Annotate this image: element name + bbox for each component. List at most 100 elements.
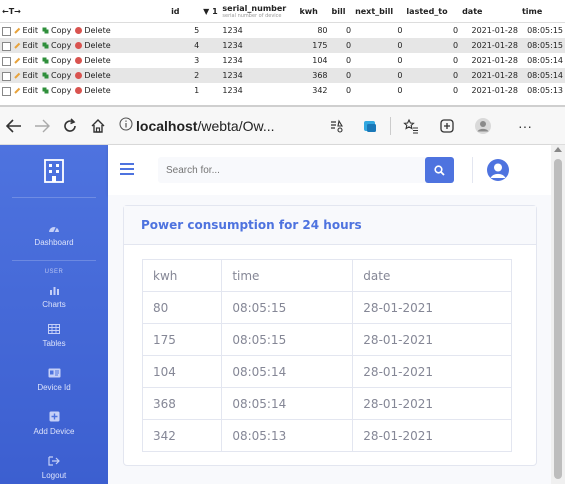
row-checkbox[interactable] — [2, 56, 11, 66]
cell-time[interactable]: 08:05:13 — [519, 83, 565, 98]
copy-button[interactable]: Copy — [42, 86, 71, 95]
table-row[interactable]: Edit Copy Delete 2 1234 368 0 0 0 2021-01-28 08:05… — [0, 68, 565, 83]
cell-next-bill[interactable]: 0 — [353, 38, 405, 53]
table-row[interactable]: Edit Copy Delete 5 1234 80 0 0 0 2021-01-28 08:05:… — [0, 22, 565, 38]
home-icon[interactable] — [84, 112, 112, 140]
cell-id[interactable]: 2 — [169, 68, 202, 83]
column-header-serial[interactable]: serial_number serial number of device — [220, 0, 298, 23]
cell-bill[interactable]: 0 — [329, 83, 354, 98]
copy-button[interactable]: Copy — [42, 41, 71, 50]
sidebar-item-tables[interactable]: Tables — [0, 313, 108, 357]
cell-bill[interactable]: 0 — [329, 68, 354, 83]
edit-button[interactable]: Edit — [13, 41, 38, 50]
cell-time[interactable]: 08:05:14 — [519, 68, 565, 83]
cell-date[interactable]: 2021-01-28 — [460, 68, 520, 83]
search-button[interactable] — [424, 157, 454, 183]
cell-kwh[interactable]: 104 — [297, 53, 330, 68]
edit-button[interactable]: Edit — [13, 26, 38, 35]
info-icon[interactable] — [116, 117, 136, 134]
cell-lasted-to[interactable]: 0 — [404, 83, 461, 98]
sidebar-item-logout[interactable]: Logout — [0, 445, 108, 489]
copy-button[interactable]: Copy — [42, 71, 71, 80]
sidebar-item-device-id[interactable]: Device Id — [0, 357, 108, 401]
edit-button[interactable]: Edit — [13, 71, 38, 80]
cell-date[interactable]: 2021-01-28 — [460, 83, 520, 98]
cell-date[interactable]: 2021-01-28 — [460, 38, 520, 53]
cell-date[interactable]: 2021-01-28 — [460, 22, 520, 38]
table-row[interactable]: Edit Copy Delete 1 1234 342 0 0 0 2021-01-28 08:05… — [0, 83, 565, 98]
scrollbar-thumb[interactable] — [554, 159, 562, 479]
url-text[interactable]: localhost/webta/Ow... — [136, 118, 275, 134]
column-header-date[interactable]: date — [460, 0, 520, 23]
reader-mode-icon[interactable] — [322, 112, 350, 140]
cell-kwh[interactable]: 368 — [297, 68, 330, 83]
cell-serial[interactable]: 1234 — [220, 22, 298, 38]
cell-kwh[interactable]: 80 — [297, 22, 330, 38]
sidebar-item-add-device[interactable]: Add Device — [0, 401, 108, 445]
column-header-bill[interactable]: bill — [329, 0, 354, 23]
copy-button[interactable]: Copy — [42, 26, 71, 35]
cell-kwh[interactable]: 175 — [297, 38, 330, 53]
cell-next-bill[interactable]: 0 — [353, 83, 405, 98]
cell-lasted-to[interactable]: 0 — [404, 68, 461, 83]
reload-icon[interactable] — [56, 112, 84, 140]
cell-lasted-to[interactable]: 0 — [404, 53, 461, 68]
table-row[interactable]: Edit Copy Delete 4 1234 175 0 0 0 2021-01-28 08:05… — [0, 38, 565, 53]
row-checkbox[interactable] — [2, 71, 11, 81]
delete-button[interactable]: Delete — [75, 71, 111, 80]
column-header-next-bill[interactable]: next_bill — [353, 0, 405, 23]
cell-serial[interactable]: 1234 — [220, 83, 298, 98]
edit-button[interactable]: Edit — [13, 86, 38, 95]
collections-icon[interactable] — [356, 112, 384, 140]
cell-lasted-to[interactable]: 0 — [404, 38, 461, 53]
cell-bill[interactable]: 0 — [329, 38, 354, 53]
cell-time[interactable]: 08:05:14 — [519, 53, 565, 68]
delete-button[interactable]: Delete — [75, 86, 111, 95]
sidebar-item-dashboard[interactable]: Dashboard — [0, 212, 108, 256]
column-header-id[interactable]: id — [169, 0, 202, 23]
cell-serial[interactable]: 1234 — [220, 38, 298, 53]
cell-next-bill[interactable]: 0 — [353, 53, 405, 68]
sort-indicator[interactable]: ▼ 1 — [201, 0, 221, 23]
back-icon[interactable] — [0, 112, 28, 140]
cell-serial[interactable]: 1234 — [220, 68, 298, 83]
row-checkbox[interactable] — [2, 86, 11, 96]
menu-icon[interactable] — [120, 162, 138, 178]
edit-button[interactable]: Edit — [13, 56, 38, 65]
delete-button[interactable]: Delete — [75, 41, 111, 50]
copy-button[interactable]: Copy — [42, 56, 71, 65]
forward-icon[interactable] — [28, 112, 56, 140]
column-header-time[interactable]: time — [519, 0, 565, 23]
row-checkbox[interactable] — [2, 41, 11, 51]
brand-logo[interactable] — [12, 145, 96, 198]
delete-button[interactable]: Delete — [75, 56, 111, 65]
cell-id[interactable]: 5 — [169, 22, 202, 38]
cell-date[interactable]: 2021-01-28 — [460, 53, 520, 68]
address-bar[interactable]: localhost/webta/Ow... — [116, 113, 316, 139]
cell-bill[interactable]: 0 — [329, 53, 354, 68]
row-checkbox[interactable] — [2, 26, 11, 36]
column-arrows[interactable]: ←T→ — [0, 0, 170, 23]
cell-id[interactable]: 1 — [169, 83, 202, 98]
cell-time[interactable]: 08:05:15 — [519, 22, 565, 38]
cell-lasted-to[interactable]: 0 — [404, 22, 461, 38]
cell-next-bill[interactable]: 0 — [353, 22, 405, 38]
scroll-up-icon[interactable] — [554, 147, 562, 152]
page-scrollbar[interactable] — [551, 145, 565, 484]
profile-icon[interactable] — [469, 112, 497, 140]
extensions-icon[interactable] — [433, 112, 461, 140]
sidebar-item-charts[interactable]: Charts — [0, 279, 108, 313]
column-header-kwh[interactable]: kwh — [297, 0, 330, 23]
search-input[interactable] — [158, 163, 425, 177]
cell-bill[interactable]: 0 — [329, 22, 354, 38]
column-header-lasted-to[interactable]: lasted_to — [404, 0, 461, 23]
cell-kwh[interactable]: 342 — [297, 83, 330, 98]
favorites-icon[interactable] — [397, 112, 425, 140]
cell-next-bill[interactable]: 0 — [353, 68, 405, 83]
cell-id[interactable]: 3 — [169, 53, 202, 68]
more-icon[interactable]: ··· — [511, 112, 539, 140]
delete-button[interactable]: Delete — [75, 26, 111, 35]
cell-id[interactable]: 4 — [169, 38, 202, 53]
cell-time[interactable]: 08:05:15 — [519, 38, 565, 53]
user-avatar-icon[interactable] — [487, 159, 509, 181]
